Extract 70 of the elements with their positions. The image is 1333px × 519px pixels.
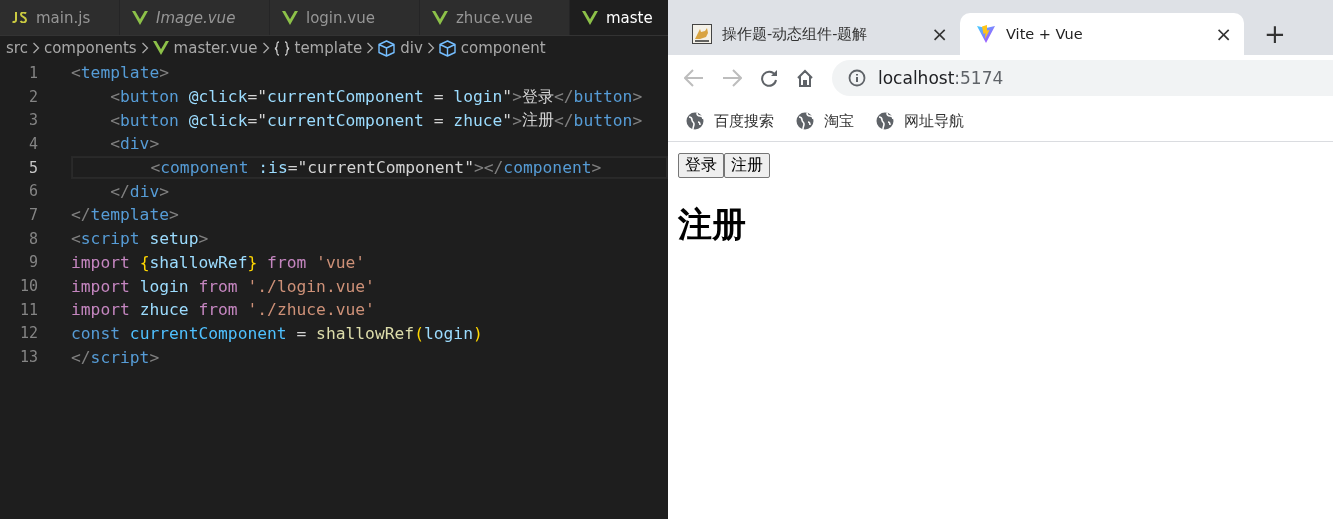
vue-icon <box>282 10 298 25</box>
close-icon[interactable]: × <box>1215 22 1232 46</box>
code-line: </div> <box>109 180 171 203</box>
code-line: <button @click="currentComponent = zhuce">注册</button> <box>109 109 644 132</box>
line-number: 8 <box>27 229 38 248</box>
code-line: <script setup> <box>71 228 210 251</box>
close-icon[interactable]: × <box>931 22 948 46</box>
editor-tab[interactable]: main.js <box>0 0 120 35</box>
page-heading: 注册 <box>678 203 747 246</box>
browser-tab[interactable]: 操作题-动态组件-题解 × <box>676 13 960 55</box>
line-number: 11 <box>18 300 38 319</box>
editor-tab[interactable]: zhuce.vue <box>420 0 570 35</box>
vue-icon <box>432 10 448 25</box>
code-line: <div> <box>109 133 161 156</box>
globe-icon <box>876 112 894 130</box>
chevron-icon <box>31 42 40 54</box>
chevron-icon <box>366 42 375 54</box>
line-number: 13 <box>18 348 38 367</box>
line-number: 5 <box>27 158 38 177</box>
page-button[interactable]: 登录 <box>678 153 724 178</box>
breadcrumb-item[interactable]: master.vue <box>152 39 258 57</box>
breadcrumb-item[interactable]: div <box>378 39 423 57</box>
bookmark[interactable]: 淘宝 <box>796 111 854 131</box>
breadcrumb-item[interactable]: src <box>6 39 28 57</box>
browser-tab[interactable]: Vite + Vue × <box>960 13 1244 55</box>
line-number: 12 <box>18 324 38 343</box>
info-icon <box>848 69 866 87</box>
breadcrumb-item[interactable]: template <box>273 39 363 57</box>
line-number: 3 <box>27 111 38 130</box>
globe-icon <box>796 112 814 130</box>
code-line: import zhuce from './zhuce.vue' <box>71 299 376 322</box>
vue-icon <box>132 10 148 25</box>
js-icon <box>12 12 28 23</box>
vue-icon <box>582 10 598 25</box>
editor-tab[interactable]: maste <box>570 0 668 35</box>
vite-icon <box>976 24 996 44</box>
line-number: 6 <box>27 182 38 201</box>
line-number: 9 <box>27 253 38 272</box>
address-bar[interactable]: localhost:5174 <box>832 60 1333 96</box>
chevron-icon <box>426 42 435 54</box>
bookmark[interactable]: 百度搜索 <box>686 111 774 131</box>
line-number: 10 <box>18 277 38 296</box>
reload-icon[interactable] <box>760 69 778 87</box>
line-number: 7 <box>27 205 38 224</box>
vue-icon <box>152 41 169 55</box>
line-number: 4 <box>27 134 38 153</box>
page-button[interactable]: 注册 <box>724 153 770 178</box>
globe-icon <box>686 112 704 130</box>
chevron-icon <box>140 42 149 54</box>
editor-tab[interactable]: Image.vue <box>120 0 270 35</box>
breadcrumb-item[interactable]: component <box>438 39 546 57</box>
new-tab-button[interactable]: + <box>1256 19 1294 49</box>
braces-icon <box>273 40 290 56</box>
line-number: 1 <box>27 63 38 82</box>
breadcrumb-item[interactable]: components <box>43 39 137 57</box>
code-line: <button @click="currentComponent = login">登录</button> <box>109 85 644 109</box>
code-line: </template> <box>71 204 180 227</box>
code-line: </script> <box>71 346 161 369</box>
cube-icon <box>378 39 396 57</box>
line-number: 2 <box>27 87 38 106</box>
home-icon[interactable] <box>796 69 814 87</box>
chevron-icon <box>261 42 270 54</box>
cat-icon <box>692 24 712 44</box>
cube-icon <box>438 39 456 57</box>
bookmark[interactable]: 网址导航 <box>876 111 964 131</box>
code-line: const currentComponent = shallowRef(login) <box>71 322 484 345</box>
code-line: <template> <box>71 62 171 85</box>
code-line: import login from './login.vue' <box>71 275 376 298</box>
code-line: import {shallowRef} from 'vue' <box>71 251 367 274</box>
editor-tab[interactable]: login.vue <box>270 0 420 35</box>
